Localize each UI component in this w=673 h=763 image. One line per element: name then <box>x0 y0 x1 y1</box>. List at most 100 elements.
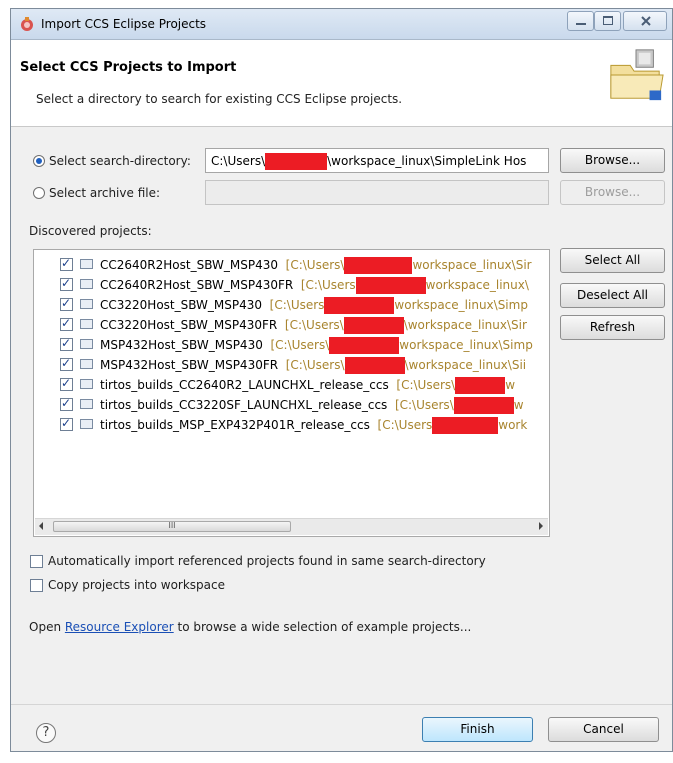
maximize-button[interactable] <box>594 11 621 31</box>
project-checkbox[interactable] <box>60 296 73 311</box>
project-path-suffix: workspace_linux\Simp <box>394 298 528 312</box>
project-checkbox[interactable] <box>60 316 73 331</box>
page-description: Select a directory to search for existin… <box>36 92 403 106</box>
project-path-prefix: [C:\Users <box>300 278 356 292</box>
project-path-prefix: [C:\Users\ <box>285 358 345 372</box>
resource-explorer-suffix: to browse a wide selection of example pr… <box>173 620 472 634</box>
project-label: CC3220Host_SBW_MSP430 [C:\Users workspace… <box>100 297 528 314</box>
search-directory-radio[interactable] <box>33 155 45 167</box>
refresh-button[interactable]: Refresh <box>560 315 665 340</box>
redacted-username <box>344 357 405 374</box>
scroll-left-icon[interactable] <box>39 522 43 530</box>
horizontal-scrollbar[interactable]: III <box>35 518 548 535</box>
project-label: CC3220Host_SBW_MSP430FR [C:\Users\ \works… <box>100 317 527 334</box>
redacted-username <box>453 397 514 414</box>
redacted-username <box>355 277 426 294</box>
folder-icon <box>80 379 93 389</box>
project-path-prefix: [C:\Users <box>377 418 433 432</box>
archive-file-radio[interactable] <box>33 187 45 199</box>
project-label: MSP432Host_SBW_MSP430FR [C:\Users\ \works… <box>100 357 526 374</box>
cancel-button[interactable]: Cancel <box>548 717 659 742</box>
project-path-suffix: w <box>513 398 524 412</box>
project-checkbox[interactable] <box>60 256 73 271</box>
projects-tree[interactable]: CC2640R2Host_SBW_MSP430 [C:\Users\worksp… <box>33 249 550 537</box>
import-dialog: Import CCS Eclipse Projects Select CCS P… <box>10 8 673 752</box>
archive-file-field[interactable] <box>205 180 549 205</box>
deselect-all-button[interactable]: Deselect All <box>560 283 665 308</box>
project-path-prefix: [C:\Users\ <box>285 258 345 272</box>
footer-divider <box>11 704 672 705</box>
project-name: CC2640R2Host_SBW_MSP430FR <box>100 278 294 292</box>
project-name: tirtos_builds_CC2640R2_LAUNCHXL_release_… <box>100 378 389 392</box>
folder-icon <box>80 259 93 269</box>
auto-import-checkbox[interactable] <box>30 555 43 568</box>
redacted-username <box>329 337 400 354</box>
window-title: Import CCS Eclipse Projects <box>41 17 207 31</box>
title-bar: Import CCS Eclipse Projects <box>11 9 672 40</box>
project-label: tirtos_builds_CC3220SF_LAUNCHXL_release_… <box>100 397 524 414</box>
project-path-suffix: \workspace_linux\Sir <box>403 318 527 332</box>
help-icon[interactable]: ? <box>36 723 56 743</box>
project-checkbox[interactable] <box>60 416 73 431</box>
archive-file-label: Select archive file: <box>49 186 161 200</box>
project-path-prefix: [C:\Users\ <box>394 398 454 412</box>
search-directory-field[interactable]: C:\Users\ \workspace_linux\SimpleLink Hos <box>205 148 549 173</box>
folder-icon <box>80 319 93 329</box>
project-name: CC2640R2Host_SBW_MSP430 <box>100 258 278 272</box>
project-checkbox[interactable] <box>60 276 73 291</box>
copy-projects-label: Copy projects into workspace <box>48 578 226 592</box>
project-name: MSP432Host_SBW_MSP430 <box>100 338 263 352</box>
auto-import-label: Automatically import referenced projects… <box>48 554 486 568</box>
redacted-username <box>432 417 499 434</box>
scroll-right-icon[interactable] <box>539 522 543 530</box>
project-label: CC2640R2Host_SBW_MSP430FR [C:\Users works… <box>100 277 529 294</box>
redacted-username <box>344 257 413 274</box>
search-directory-value-suffix: \workspace_linux\SimpleLink Hos <box>327 154 527 168</box>
project-name: tirtos_builds_CC3220SF_LAUNCHXL_release_… <box>100 398 388 412</box>
resource-explorer-link[interactable]: Resource Explorer <box>65 620 174 634</box>
project-name: MSP432Host_SBW_MSP430FR <box>100 358 279 372</box>
project-path-suffix: work <box>498 418 528 432</box>
copy-projects-checkbox[interactable] <box>30 579 43 592</box>
redacted-username <box>343 317 404 334</box>
finish-button[interactable]: Finish <box>422 717 533 742</box>
browse-archive-button[interactable]: Browse... <box>560 180 665 205</box>
project-label: tirtos_builds_CC2640R2_LAUNCHXL_release_… <box>100 377 515 394</box>
project-name: tirtos_builds_MSP_EXP432P401R_release_cc… <box>100 418 370 432</box>
folder-icon <box>80 299 93 309</box>
redacted-username <box>455 377 506 394</box>
project-name: CC3220Host_SBW_MSP430 <box>100 298 263 312</box>
project-checkbox[interactable] <box>60 376 73 391</box>
select-all-button[interactable]: Select All <box>560 248 665 273</box>
search-directory-label: Select search-directory: <box>49 154 191 168</box>
folder-icon <box>80 279 93 289</box>
project-path-prefix: [C:\Users\ <box>284 318 344 332</box>
folder-icon <box>80 419 93 429</box>
resource-explorer-text: Open Resource Explorer to browse a wide … <box>29 620 471 634</box>
project-checkbox[interactable] <box>60 396 73 411</box>
search-directory-value-prefix: C:\Users\ <box>211 154 266 168</box>
redacted-username <box>324 297 395 314</box>
close-button[interactable] <box>623 11 667 31</box>
scrollbar-thumb[interactable]: III <box>53 521 291 532</box>
maximize-icon <box>603 16 613 25</box>
discovered-projects-label: Discovered projects: <box>29 224 152 238</box>
redacted-username <box>265 153 328 170</box>
project-path-suffix: workspace_linux\Simp <box>399 338 533 352</box>
project-label: MSP432Host_SBW_MSP430 [C:\Users\ workspac… <box>100 337 533 354</box>
project-checkbox[interactable] <box>60 336 73 351</box>
close-icon <box>641 16 651 26</box>
app-icon <box>21 17 33 31</box>
wizard-header: Select CCS Projects to Import Select a d… <box>11 40 672 127</box>
project-path-suffix: workspace_linux\Sir <box>412 258 532 272</box>
minimize-button[interactable] <box>567 11 594 31</box>
page-title: Select CCS Projects to Import <box>20 60 237 75</box>
folder-icon <box>80 399 93 409</box>
project-checkbox[interactable] <box>60 356 73 371</box>
project-label: CC2640R2Host_SBW_MSP430 [C:\Users\ worksp… <box>100 257 532 274</box>
resource-explorer-prefix: Open <box>29 620 65 634</box>
project-label: tirtos_builds_MSP_EXP432P401R_release_cc… <box>100 417 527 434</box>
project-path-prefix: [C:\Users\ <box>396 378 456 392</box>
browse-directory-button[interactable]: Browse... <box>560 148 665 173</box>
folder-icon <box>80 359 93 369</box>
